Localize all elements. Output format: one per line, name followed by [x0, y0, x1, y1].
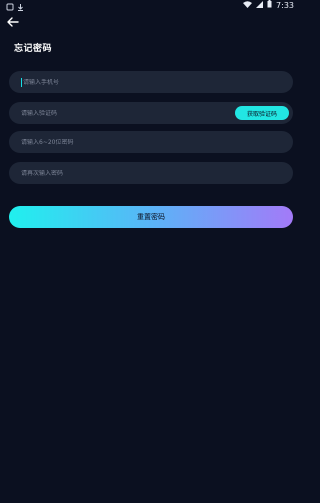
confirm-password-input[interactable] [21, 169, 221, 177]
back-button[interactable] [6, 14, 20, 28]
status-right: 7:33 [243, 0, 294, 10]
phone-input[interactable] [23, 78, 223, 86]
status-time: 7:33 [276, 0, 294, 10]
password-field[interactable] [9, 131, 293, 153]
phone-field[interactable] [9, 71, 293, 93]
forgot-password-screen: 7:33 忘记密码 获取验证码 重置密码 [0, 0, 300, 503]
battery-icon [267, 0, 272, 10]
get-code-button[interactable]: 获取验证码 [235, 106, 289, 120]
code-field[interactable]: 获取验证码 [9, 102, 293, 124]
signal-icon [256, 0, 264, 10]
arrow-left-icon [7, 12, 19, 31]
status-bar: 7:33 [0, 0, 300, 11]
confirm-password-field[interactable] [9, 162, 293, 184]
text-caret [21, 77, 22, 87]
page-title: 忘记密码 [14, 44, 53, 54]
wifi-icon [243, 0, 253, 10]
reset-password-button[interactable]: 重置密码 [9, 206, 293, 228]
password-input[interactable] [21, 138, 221, 146]
code-input[interactable] [21, 109, 221, 117]
